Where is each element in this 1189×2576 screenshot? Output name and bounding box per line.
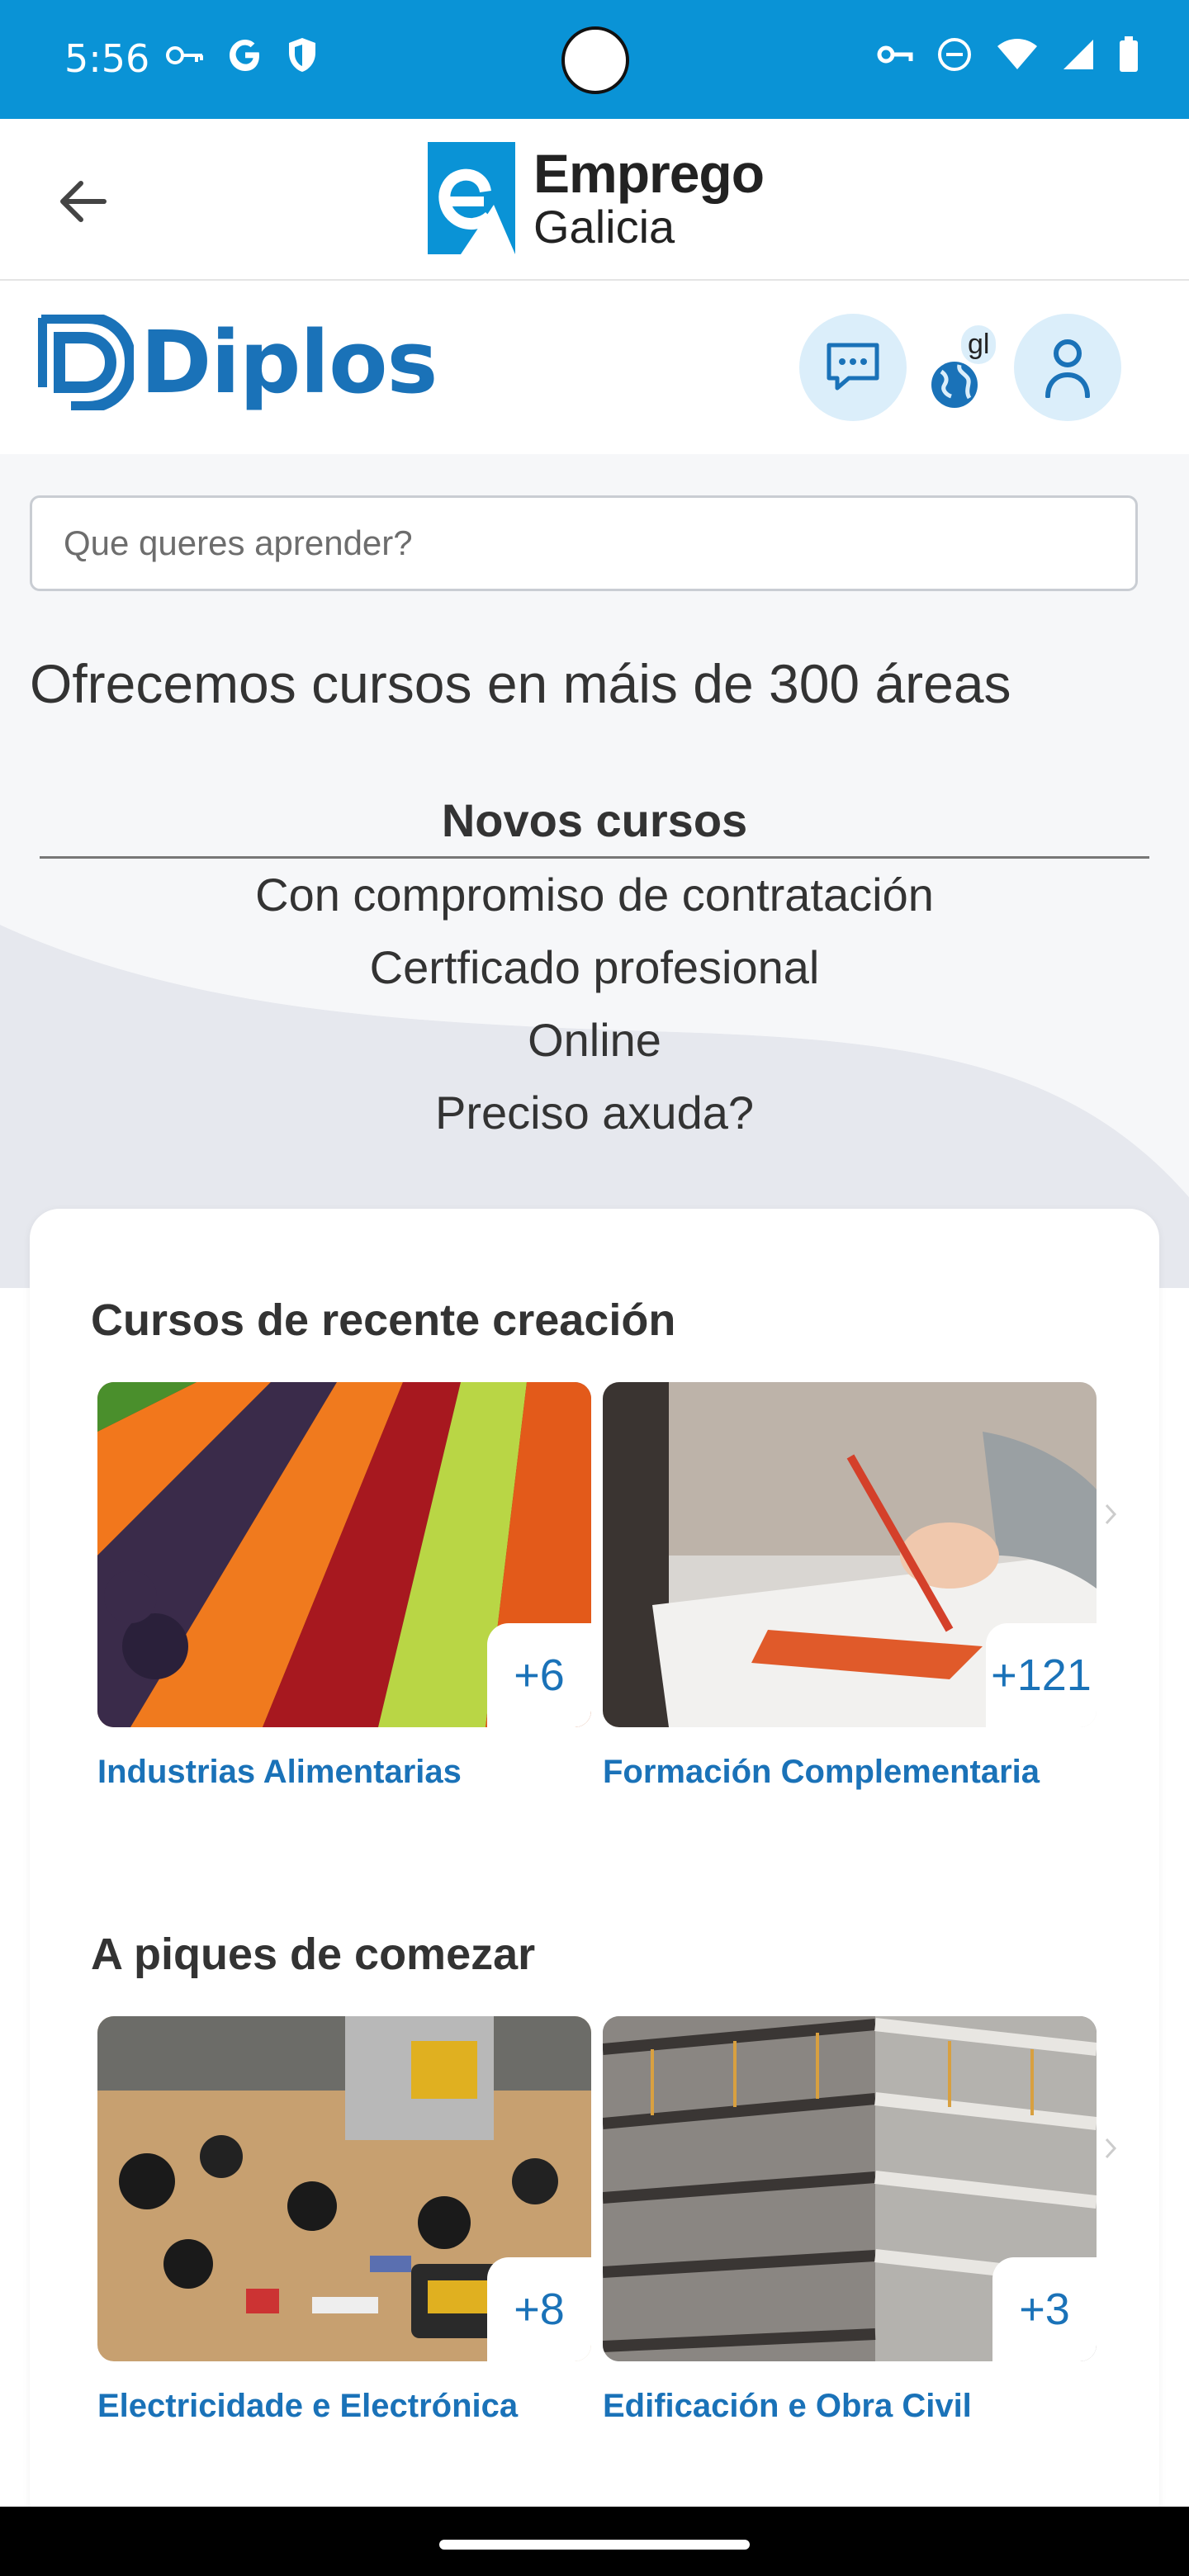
- status-time: 5:56: [64, 36, 150, 81]
- user-icon: [1045, 339, 1090, 398]
- hero-headline: Ofrecemos cursos en máis de 300 áreas: [30, 653, 1011, 714]
- course-count-badge: +121: [986, 1623, 1097, 1727]
- section-title-recent: Cursos de recente creación: [91, 1295, 676, 1345]
- google-icon: [226, 36, 264, 78]
- diplos-header: Diplos gl: [0, 281, 1189, 454]
- emprego-logo-icon: [428, 142, 515, 254]
- course-label-food[interactable]: Industrias Alimentarias: [97, 1754, 462, 1791]
- user-account-button[interactable]: [1014, 314, 1121, 421]
- chevron-right-icon: [1105, 1503, 1117, 1525]
- battery-icon: [1118, 36, 1139, 77]
- course-count-badge: +8: [487, 2257, 591, 2361]
- course-label-electricity[interactable]: Electricidade e Electrónica: [97, 2388, 518, 2425]
- carousel-next-button[interactable]: [1097, 2124, 1125, 2173]
- menu-item-online[interactable]: Online: [40, 1004, 1149, 1077]
- course-label-complementary[interactable]: Formación Complementaria: [603, 1754, 1040, 1791]
- course-label-construction[interactable]: Edificación e Obra Civil: [603, 2388, 972, 2425]
- brand-title: Emprego: [533, 143, 765, 204]
- shield-icon: [286, 36, 319, 78]
- messages-button[interactable]: [799, 314, 907, 421]
- section-title-starting-soon: A piques de comezar: [91, 1930, 536, 1979]
- diplos-logo-icon: [38, 315, 134, 410]
- course-tile-construction[interactable]: +3: [603, 2016, 1097, 2361]
- courses-card: Cursos de recente creación +6 Industrias…: [30, 1209, 1159, 2530]
- back-button[interactable]: [50, 168, 116, 234]
- course-tile-electricity[interactable]: +8: [97, 2016, 591, 2361]
- course-count-badge: +3: [992, 2257, 1097, 2361]
- wifi-icon: [996, 38, 1039, 75]
- globe-icon: [931, 362, 978, 408]
- app-header: Emprego Galicia: [0, 119, 1189, 281]
- menu-item-novos-cursos[interactable]: Novos cursos: [40, 784, 1149, 859]
- course-tile-complementary[interactable]: +121: [603, 1382, 1097, 1727]
- diplos-logo-text: Diplos: [140, 312, 438, 413]
- signal-icon: [1062, 38, 1095, 75]
- chat-icon: [827, 343, 879, 391]
- front-camera: [561, 26, 629, 94]
- chevron-right-icon: [1105, 2138, 1117, 2159]
- vpn-key-icon: [877, 42, 913, 71]
- back-arrow-icon: [60, 181, 107, 222]
- emprego-galicia-logo[interactable]: Emprego Galicia: [428, 142, 765, 254]
- system-navigation-bar: [0, 2507, 1189, 2576]
- home-gesture-handle[interactable]: [439, 2540, 750, 2550]
- course-tile-food[interactable]: +6: [97, 1382, 591, 1727]
- status-bar: 5:56: [0, 0, 1189, 119]
- do-not-disturb-icon: [936, 36, 973, 77]
- menu-item-con-compromiso[interactable]: Con compromiso de contratación: [40, 859, 1149, 931]
- course-filter-menu: Novos cursos Con compromiso de contratac…: [40, 784, 1149, 1149]
- search-input[interactable]: [30, 495, 1138, 591]
- carousel-next-button[interactable]: [1097, 1489, 1125, 1539]
- menu-item-preciso-axuda[interactable]: Preciso axuda?: [40, 1077, 1149, 1149]
- key-icon: [165, 43, 205, 72]
- language-code: gl: [961, 325, 997, 364]
- diplos-logo[interactable]: Diplos: [38, 312, 438, 413]
- hero-section: Ofrecemos cursos en máis de 300 áreas No…: [0, 454, 1189, 1288]
- language-button[interactable]: gl: [917, 325, 1007, 421]
- menu-item-certificado[interactable]: Certficado profesional: [40, 931, 1149, 1004]
- brand-subtitle: Galicia: [533, 201, 675, 253]
- course-count-badge: +6: [487, 1623, 591, 1727]
